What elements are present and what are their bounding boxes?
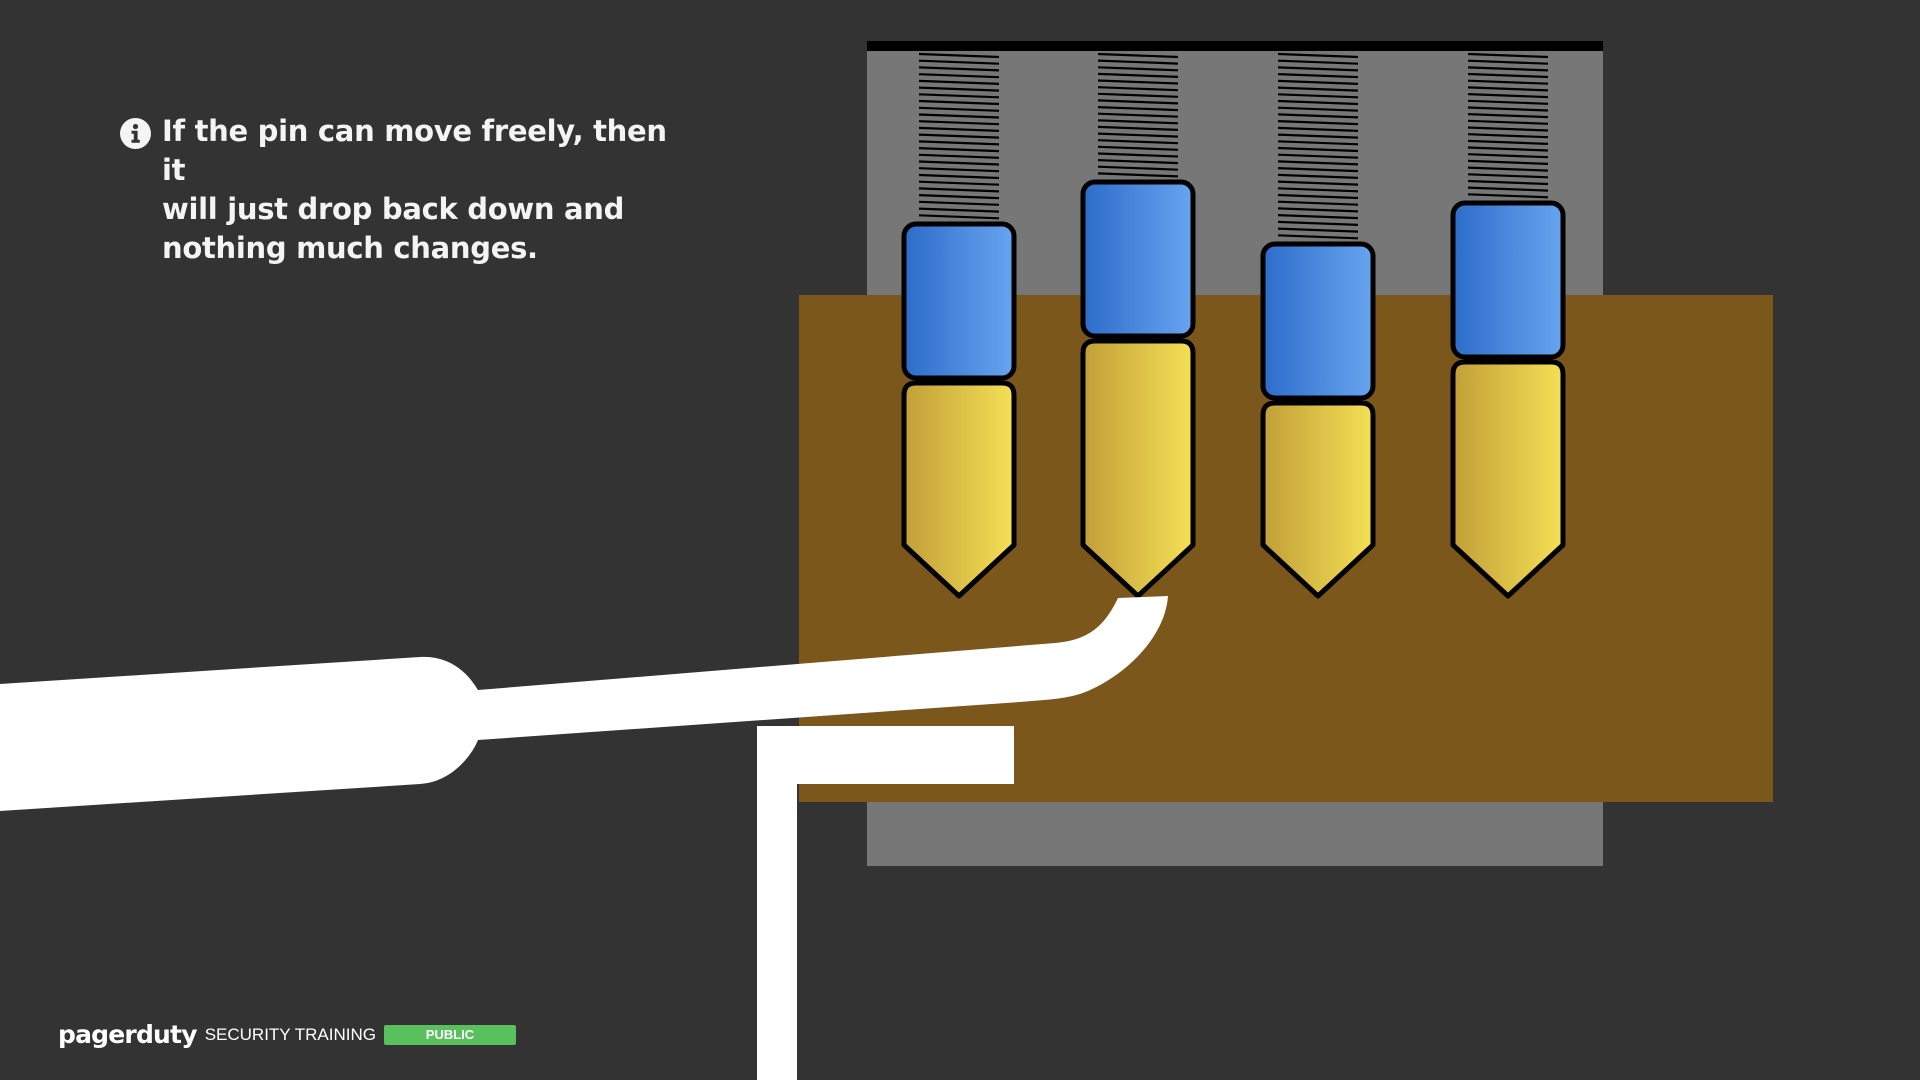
classification-badge: PUBLIC bbox=[383, 1025, 516, 1045]
driver-pin-2 bbox=[1080, 179, 1196, 339]
driver-pin-1 bbox=[901, 221, 1017, 381]
key-pin-4 bbox=[1450, 359, 1566, 599]
tension-wrench bbox=[757, 726, 1014, 1080]
caption-text: If the pin can move freely, then it will… bbox=[162, 114, 667, 265]
key-pin-2 bbox=[1080, 338, 1196, 599]
product-label: SECURITY TRAINING bbox=[204, 1025, 376, 1044]
caption: If the pin can move freely, then it will… bbox=[120, 112, 680, 268]
driver-pin-3 bbox=[1260, 241, 1376, 401]
footer: pagerduty SECURITY TRAINING PUBLIC bbox=[58, 1020, 516, 1050]
housing-top-bar bbox=[867, 41, 1603, 51]
info-icon bbox=[120, 118, 151, 149]
driver-pin-4 bbox=[1450, 200, 1566, 360]
brand-logo: pagerduty bbox=[58, 1020, 197, 1049]
